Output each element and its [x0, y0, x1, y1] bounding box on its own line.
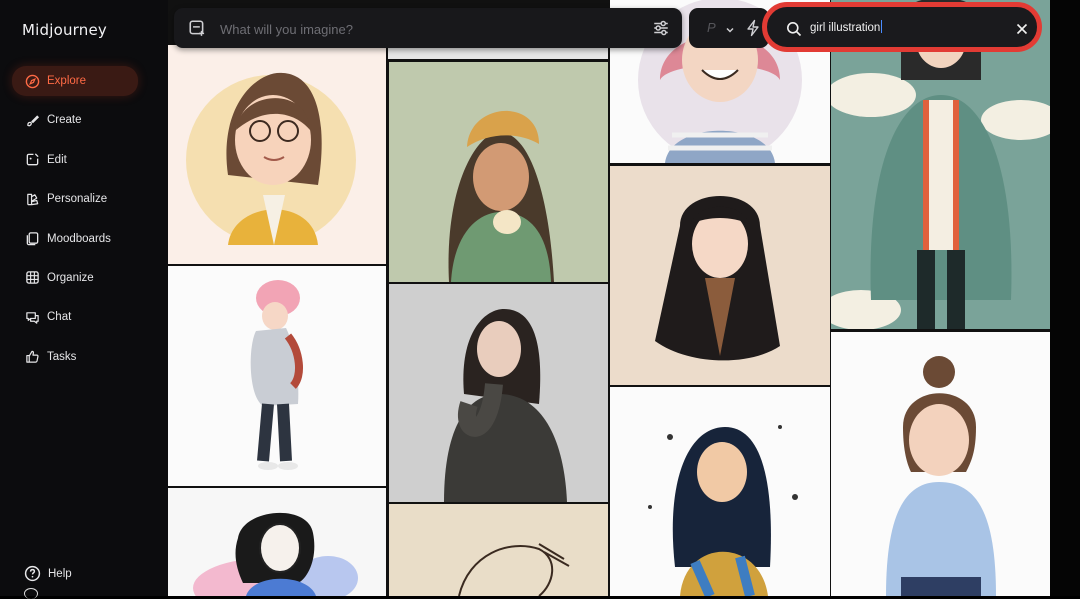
mode-label[interactable]: P	[707, 20, 716, 35]
edit-image-icon	[24, 152, 40, 168]
tile-image-girl-long-hair	[655, 196, 780, 361]
tile-image-girl-black-sweater	[389, 284, 608, 502]
settings-sliders-icon[interactable]	[652, 19, 670, 37]
brush-icon	[24, 112, 40, 128]
tile-image-line-sketch	[458, 543, 570, 596]
prompt-input[interactable]	[218, 17, 602, 41]
gallery-tile[interactable]	[168, 266, 386, 486]
gallery-tile[interactable]	[168, 45, 386, 264]
tile-image-girl-glasses	[186, 72, 356, 245]
sidebar-item-chat[interactable]: Chat	[12, 302, 138, 332]
help-link[interactable]: Help	[24, 565, 72, 582]
sidebar-item-label: Create	[47, 114, 82, 127]
sidebar-nav: Explore Create Edit Personalize Moodboar…	[12, 66, 138, 381]
help-icon	[24, 565, 41, 582]
sidebar-item-moodboards[interactable]: Moodboards	[12, 224, 138, 254]
gallery-tile[interactable]	[389, 284, 608, 502]
moodboard-icon	[24, 231, 40, 247]
tile-image-girl-bun	[886, 356, 996, 596]
gallery-tile[interactable]	[389, 62, 608, 282]
sidebar: Midjourney Explore Create Edit Personali…	[0, 0, 168, 599]
sidebar-item-edit[interactable]: Edit	[12, 145, 138, 175]
sidebar-item-tasks[interactable]: Tasks	[12, 342, 138, 372]
sidebar-item-label: Moodboards	[47, 232, 111, 245]
tile-image-girl-sketch	[193, 512, 358, 596]
tile-image-girl-pink-hair	[250, 280, 303, 470]
explore-gallery	[168, 0, 1050, 596]
image-prompt-icon[interactable]	[188, 19, 206, 37]
sidebar-item-label: Organize	[47, 271, 94, 284]
search-icon	[786, 21, 802, 37]
gallery-tile[interactable]	[389, 504, 608, 596]
sidebar-item-label: Personalize	[47, 193, 108, 206]
prompt-bar	[174, 8, 682, 48]
gallery-tile[interactable]	[610, 387, 830, 596]
tile-image-girl-watercolor	[648, 425, 798, 596]
palette-icon	[24, 191, 40, 207]
user-icon[interactable]	[24, 588, 38, 599]
gallery-tile[interactable]	[831, 332, 1050, 596]
chat-icon	[24, 309, 40, 325]
sidebar-item-label: Chat	[47, 311, 72, 324]
thumbs-up-icon	[24, 349, 40, 365]
gallery-tile[interactable]	[610, 166, 830, 385]
sidebar-item-label: Tasks	[47, 350, 77, 363]
sidebar-item-label: Edit	[47, 153, 67, 166]
gallery-tile[interactable]	[168, 488, 386, 596]
app-logo[interactable]: Midjourney	[22, 21, 107, 39]
sidebar-item-create[interactable]: Create	[12, 105, 138, 135]
page-gutter	[1050, 0, 1080, 596]
mode-selector: P	[689, 8, 769, 48]
close-icon[interactable]	[1016, 22, 1028, 35]
sidebar-item-label: Explore	[47, 75, 86, 87]
grid-icon	[24, 270, 40, 286]
sidebar-item-personalize[interactable]: Personalize	[12, 184, 138, 214]
chevron-down-icon[interactable]	[725, 22, 735, 33]
search-input[interactable]: girl illustration	[810, 20, 883, 34]
sidebar-item-explore[interactable]: Explore	[12, 66, 138, 96]
compass-icon	[24, 73, 40, 89]
sidebar-item-organize[interactable]: Organize	[12, 263, 138, 293]
lightning-icon[interactable]	[745, 19, 761, 37]
text-caret	[881, 20, 883, 33]
help-label: Help	[48, 567, 72, 580]
tile-image-girl-beanie	[389, 62, 608, 282]
search-box: girl illustration	[762, 2, 1042, 52]
